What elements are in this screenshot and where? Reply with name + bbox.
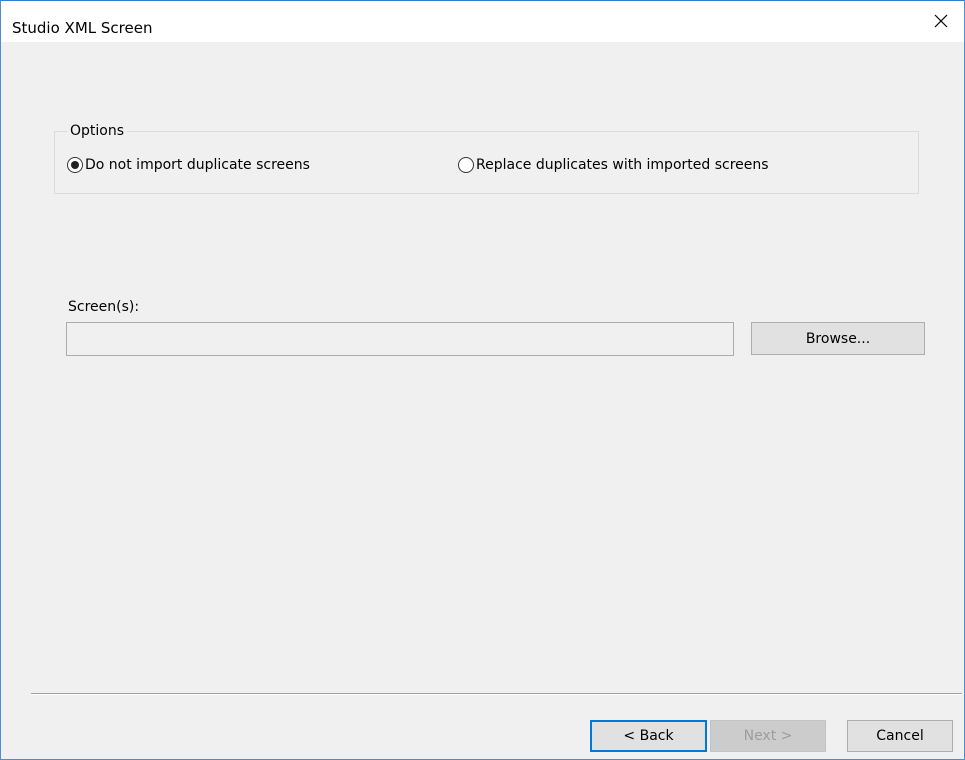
radio-no-duplicates-label: Do not import duplicate screens xyxy=(85,157,310,173)
options-group-label: Options xyxy=(67,122,128,140)
dialog-window: Studio XML Screen Options Do not import … xyxy=(0,0,965,760)
radio-selected-indicator[interactable] xyxy=(67,157,83,173)
radio-replace-duplicates-label: Replace duplicates with imported screens xyxy=(476,157,769,173)
close-icon xyxy=(934,14,948,28)
radio-replace-duplicates[interactable]: Replace duplicates with imported screens xyxy=(458,156,769,174)
window-title: Studio XML Screen xyxy=(12,19,153,37)
back-button[interactable]: < Back xyxy=(590,720,707,752)
screens-path-input[interactable] xyxy=(66,322,734,356)
radio-unselected-indicator[interactable] xyxy=(458,157,474,173)
close-button[interactable] xyxy=(918,1,964,41)
footer-separator xyxy=(31,693,962,695)
next-button[interactable]: Next > xyxy=(710,720,826,752)
browse-button[interactable]: Browse... xyxy=(751,322,925,355)
cancel-button[interactable]: Cancel xyxy=(847,720,953,752)
radio-no-duplicates[interactable]: Do not import duplicate screens xyxy=(67,156,310,174)
options-groupbox: Options Do not import duplicate screens … xyxy=(54,122,919,194)
title-bar: Studio XML Screen xyxy=(1,1,964,42)
screens-label: Screen(s): xyxy=(68,299,140,315)
